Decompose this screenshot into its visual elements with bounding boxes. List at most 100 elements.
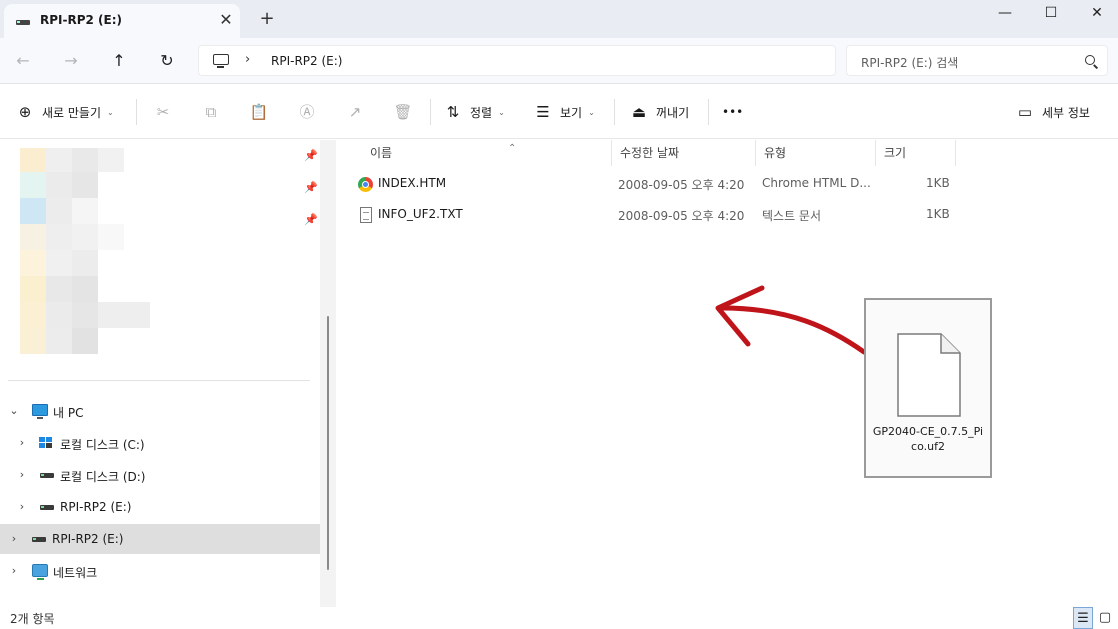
breadcrumb-item[interactable]: RPI-RP2 (E:) [271, 54, 342, 68]
text-file-icon [360, 207, 372, 223]
tree-item-label: RPI-RP2 (E:) [60, 500, 132, 514]
network-icon [32, 564, 48, 580]
back-button[interactable]: ← [10, 48, 36, 74]
divider [136, 99, 137, 125]
sort-up-icon: ⌃ [508, 143, 517, 154]
tree-item-network[interactable]: › 네트워크 [0, 556, 320, 586]
divider [430, 99, 431, 125]
eject-button[interactable]: ⏏ 꺼내기 [630, 100, 689, 124]
windows-drive-icon [39, 437, 53, 449]
file-type: Chrome HTML D... [762, 176, 871, 190]
pin-icon[interactable]: 📌 [304, 150, 318, 162]
divider [708, 99, 709, 125]
delete-icon[interactable]: 🗑 [391, 100, 415, 124]
column-header-type[interactable]: 유형 [756, 140, 876, 166]
column-header-modified[interactable]: 수정한 날짜 [612, 140, 756, 166]
column-label: 이름 [370, 146, 393, 160]
generic-file-icon [897, 333, 961, 417]
tree-item-label: 로컬 디스크 (D:) [60, 470, 146, 484]
file-modified: 2008-09-05 오후 4:20 [618, 209, 745, 223]
divider [614, 99, 615, 125]
sort-label: 정렬 [470, 105, 493, 120]
file-size: 1KB [926, 207, 950, 221]
tree-item-this-pc[interactable]: ⌄ 내 PC [0, 396, 320, 426]
close-window-button[interactable]: ✕ [1074, 0, 1118, 30]
tree-item-label: 내 PC [53, 406, 84, 420]
chevron-right-icon[interactable]: › [8, 532, 20, 546]
navigation-scrollbar[interactable] [320, 140, 336, 607]
drag-arrow-icon [715, 285, 867, 355]
sort-button[interactable]: ⇅ 정렬 ⌄ [444, 100, 505, 124]
chevron-right-icon[interactable]: › [16, 500, 28, 514]
column-header-name[interactable]: 이름 ⌃ [362, 140, 612, 166]
table-row[interactable]: INDEX.HTM 2008-09-05 오후 4:20 Chrome HTML… [350, 169, 1118, 199]
new-tab-button[interactable]: + [256, 9, 278, 31]
details-pane-button[interactable]: ▭ 세부 정보 [1016, 100, 1090, 124]
more-icon: ••• [722, 105, 744, 119]
address-field[interactable]: › RPI-RP2 (E:) [198, 45, 836, 76]
pc-icon [213, 54, 229, 68]
tree-item-drive-c[interactable]: › 로컬 디스크 (C:) [0, 428, 320, 458]
command-bar: ⊕ 새로 만들기 ⌄ ✂ ⧉ 📋 Ⓐ ↗ 🗑 ⇅ 정렬 ⌄ ☰ 보기 ⌄ ⏏ 꺼… [0, 85, 1118, 139]
tree-item-drive-d[interactable]: › 로컬 디스크 (D:) [0, 460, 320, 490]
pin-icon[interactable]: 📌 [304, 214, 318, 226]
plus-circle-icon: ⊕ [18, 103, 32, 121]
scrollbar-thumb[interactable] [327, 316, 329, 570]
maximize-button[interactable]: ☐ [1028, 0, 1074, 30]
search-input[interactable]: RPI-RP2 (E:) 검색 [846, 45, 1108, 76]
drive-icon [32, 537, 46, 542]
large-icons-view-icon[interactable]: ▢ [1095, 607, 1115, 629]
item-count: 2개 항목 [10, 612, 55, 626]
file-type: 텍스트 문서 [762, 209, 822, 223]
tree-item-label: 네트워크 [53, 566, 98, 580]
tree-item-label: RPI-RP2 (E:) [52, 532, 124, 546]
tree-item-drive-e[interactable]: › RPI-RP2 (E:) [0, 492, 320, 522]
details-view-icon[interactable]: ☰ [1073, 607, 1093, 629]
tab-title: RPI-RP2 (E:) [40, 13, 123, 27]
drive-icon [16, 20, 30, 25]
tab-rpi-rp2[interactable]: RPI-RP2 (E:) ✕ [4, 4, 240, 38]
share-icon[interactable]: ↗ [343, 100, 367, 124]
cut-icon[interactable]: ✂ [151, 100, 175, 124]
table-row[interactable]: INFO_UF2.TXT 2008-09-05 오후 4:20 텍스트 문서 1… [350, 200, 1118, 230]
eject-icon: ⏏ [631, 103, 647, 121]
sort-icon: ⇅ [446, 103, 460, 121]
chrome-icon [358, 177, 373, 192]
tree-item-label: 로컬 디스크 (C:) [60, 438, 145, 452]
view-button[interactable]: ☰ 보기 ⌄ [534, 100, 595, 124]
file-size: 1KB [926, 176, 950, 190]
chevron-down-icon: ⌄ [498, 107, 505, 117]
view-label: 보기 [560, 105, 583, 120]
drive-icon [40, 505, 54, 510]
divider [8, 380, 310, 381]
forward-button[interactable]: → [58, 48, 84, 74]
refresh-button[interactable]: ↻ [154, 48, 180, 74]
column-header-size[interactable]: 크기 [876, 140, 956, 166]
chevron-right-icon[interactable]: › [16, 468, 28, 482]
address-bar-row: ← → ↑ ↻ › RPI-RP2 (E:) RPI-RP2 (E:) 검색 [0, 38, 1118, 84]
chevron-right-icon[interactable]: › [8, 564, 20, 578]
chevron-right-icon[interactable]: › [245, 52, 250, 67]
file-name: INFO_UF2.TXT [378, 207, 463, 221]
search-icon [1085, 55, 1095, 65]
dragged-file[interactable]: GP2040-CE_0.7.5_Pico.uf2 [864, 298, 992, 478]
up-button[interactable]: ↑ [106, 48, 132, 74]
close-tab-button[interactable]: ✕ [216, 10, 236, 30]
column-label: 크기 [884, 146, 907, 160]
pin-icon[interactable]: 📌 [304, 182, 318, 194]
copy-icon[interactable]: ⧉ [199, 100, 223, 124]
new-button[interactable]: ⊕ 새로 만들기 ⌄ [16, 100, 114, 124]
minimize-button[interactable]: — [982, 0, 1028, 30]
more-options-button[interactable]: ••• [722, 100, 743, 124]
drive-icon [40, 473, 54, 478]
chevron-right-icon[interactable]: › [16, 436, 28, 450]
chevron-down-icon[interactable]: ⌄ [8, 404, 20, 418]
rename-icon[interactable]: Ⓐ [295, 100, 319, 124]
title-bar: RPI-RP2 (E:) ✕ + — ☐ ✕ [0, 0, 1118, 38]
status-bar: 2개 항목 ☰ ▢ [0, 607, 1118, 629]
column-label: 유형 [764, 146, 787, 160]
paste-icon[interactable]: 📋 [247, 100, 271, 124]
tree-item-drive-e-root[interactable]: › RPI-RP2 (E:) [0, 524, 320, 554]
search-placeholder: RPI-RP2 (E:) 검색 [861, 56, 959, 70]
details-label: 세부 정보 [1042, 105, 1090, 120]
